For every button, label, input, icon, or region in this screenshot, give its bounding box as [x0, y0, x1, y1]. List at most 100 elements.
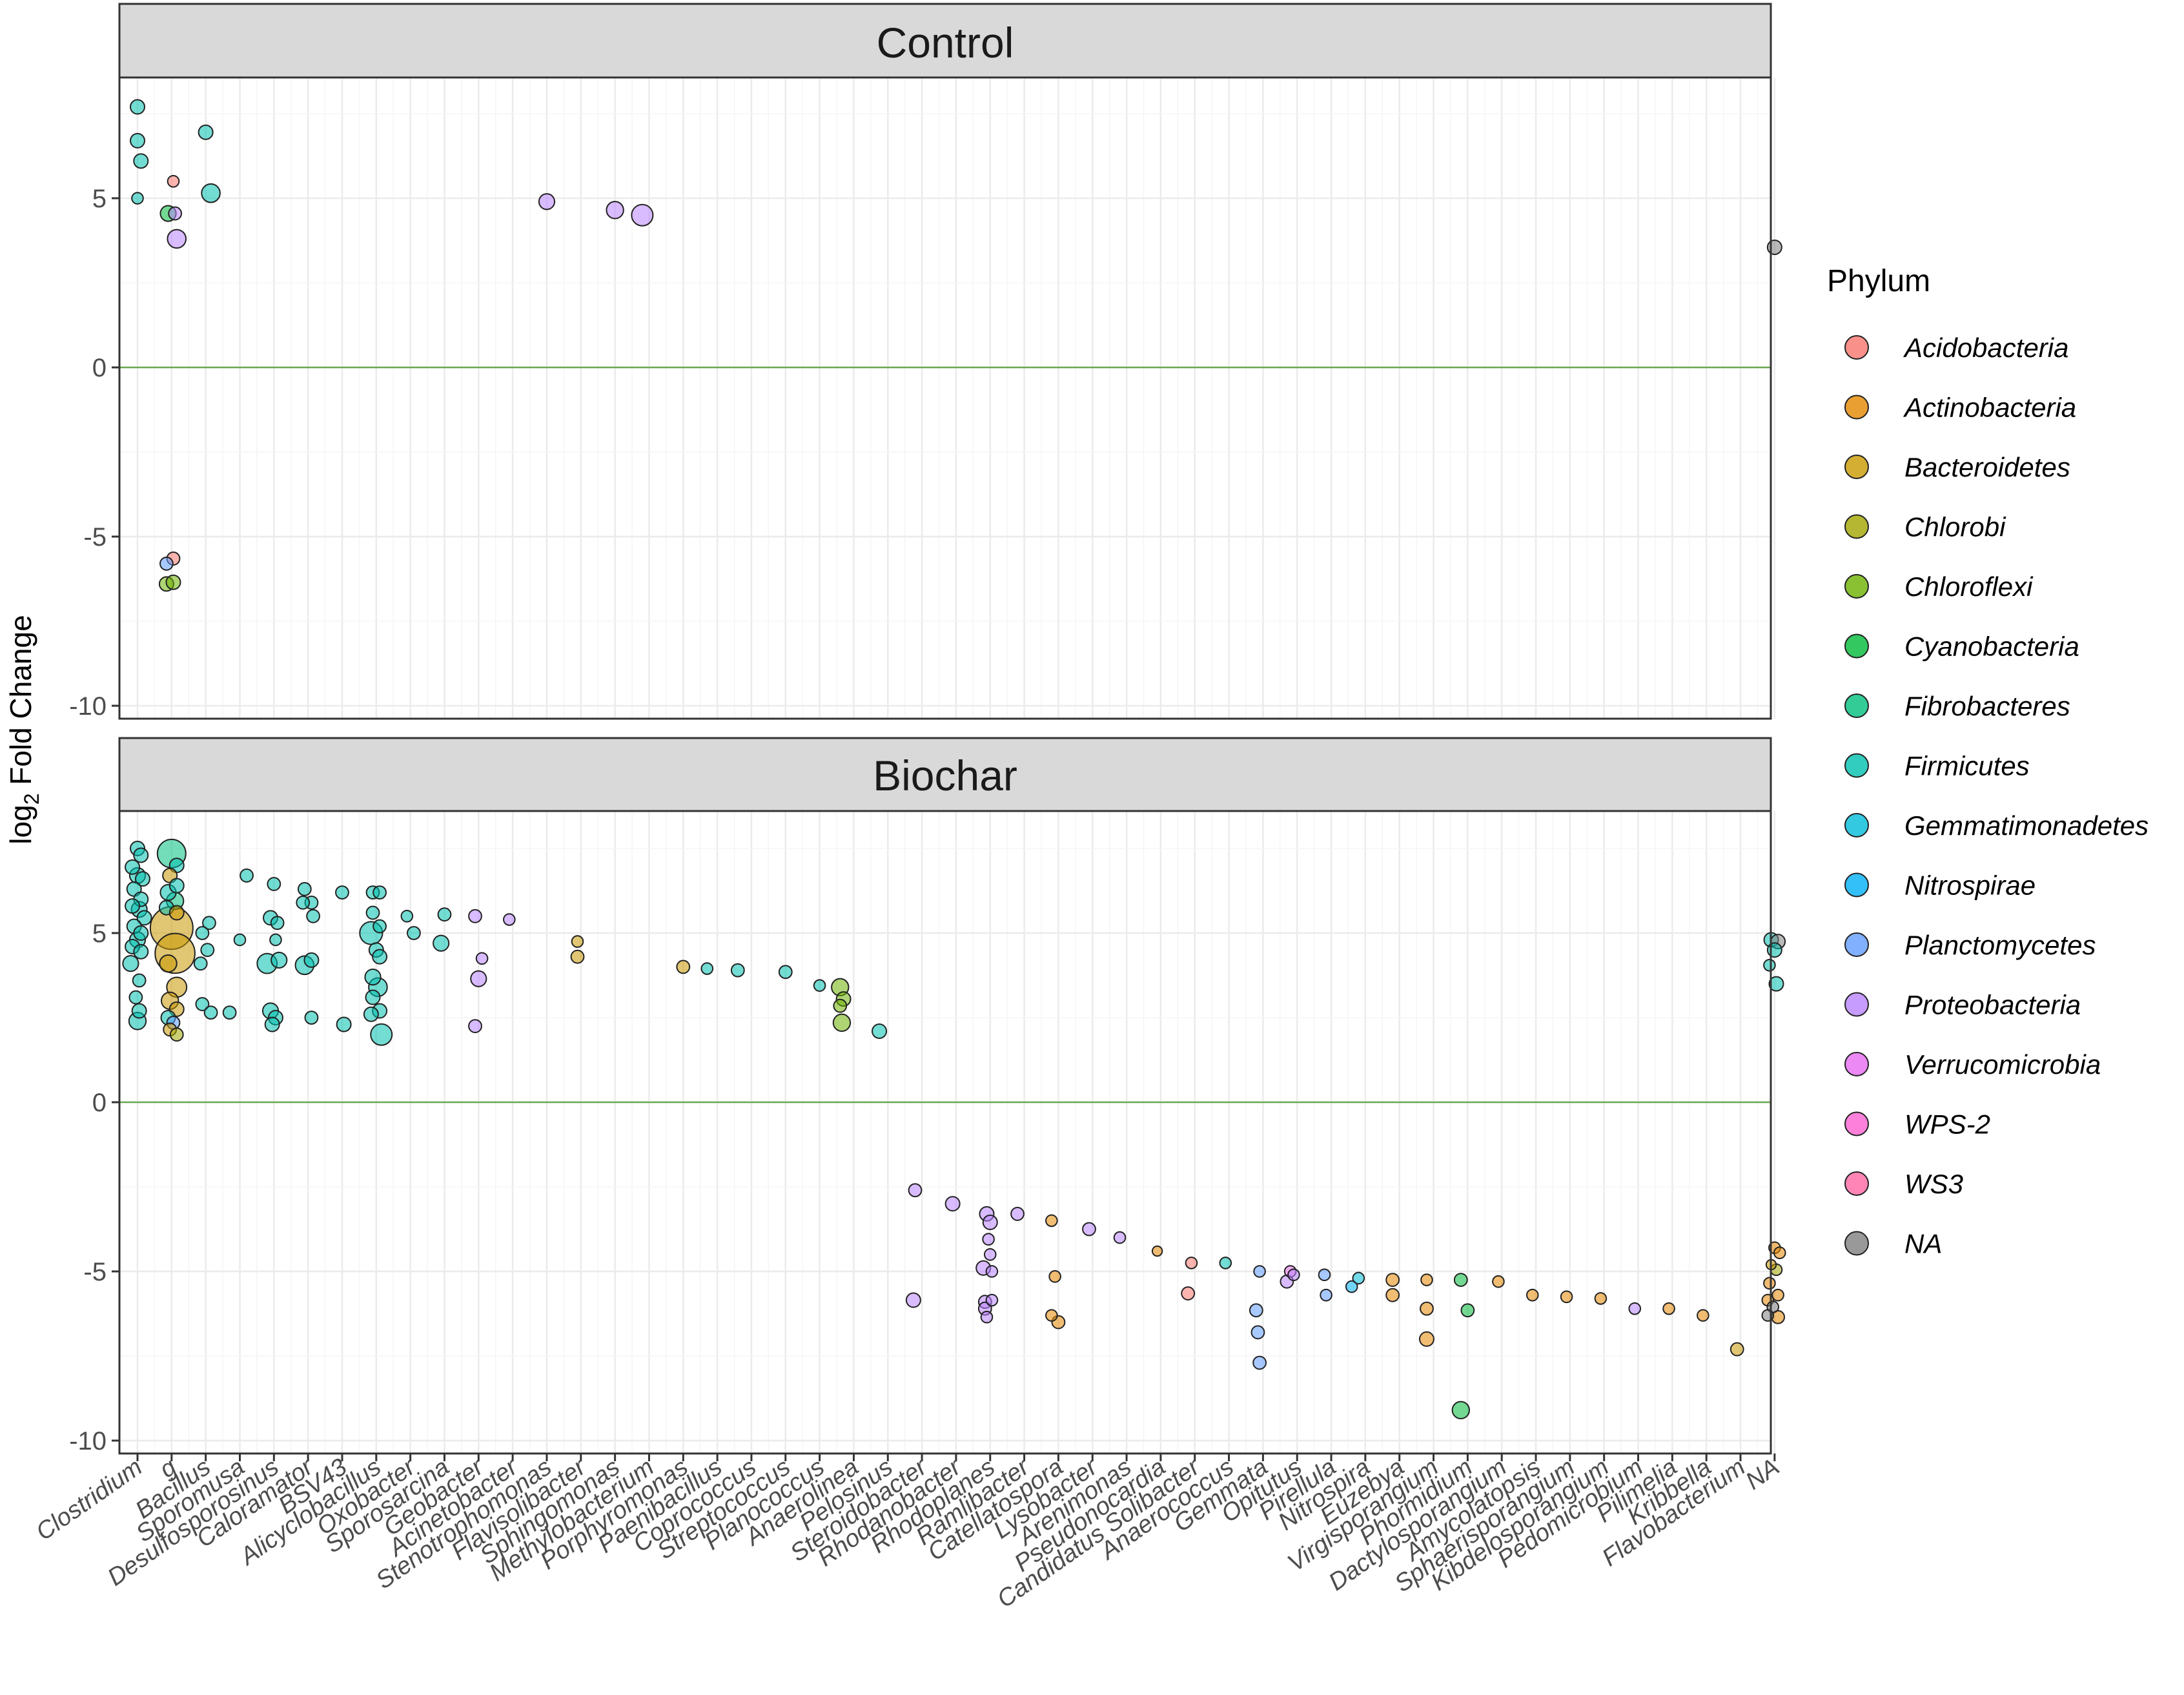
- point-cyanobacteria: [1451, 1401, 1471, 1420]
- legend-label: Planctomycetes: [1904, 930, 2096, 960]
- gridlines-control: [119, 77, 1776, 719]
- legend-label: Bacteroidetes: [1904, 452, 2070, 482]
- point-proteobacteria: [1628, 1302, 1642, 1315]
- point-firmicutes: [813, 979, 826, 992]
- point-planctomycetes: [1252, 1355, 1267, 1370]
- point-cyanobacteria: [1453, 1273, 1468, 1287]
- point-proteobacteria: [1010, 1207, 1025, 1221]
- legend-label: Actinobacteria: [1903, 393, 2076, 423]
- point-firmicutes: [364, 969, 382, 986]
- figure: Control -10 -5 0 5 Biochar -10 -5 0 5 Clostrid…: [4, 3, 2148, 1614]
- point-planctomycetes: [1318, 1268, 1331, 1282]
- legend-label: NA: [1904, 1229, 1942, 1259]
- point-firmicutes: [306, 909, 320, 923]
- point-firmicutes: [240, 868, 254, 883]
- point-planctomycetes: [1249, 1303, 1263, 1318]
- point-firmicutes: [222, 1005, 237, 1020]
- point-proteobacteria: [475, 952, 489, 965]
- point-proteobacteria: [982, 1233, 995, 1246]
- point-firmicutes: [193, 956, 208, 971]
- point-actinobacteria: [1526, 1288, 1539, 1302]
- point-actinobacteria: [1560, 1290, 1573, 1304]
- point-firmicutes: [363, 1006, 379, 1022]
- point-firmicutes: [372, 949, 388, 965]
- point-firmicutes: [1219, 1257, 1232, 1269]
- point-bacteroidetes: [1730, 1342, 1744, 1357]
- point-firmicutes: [1763, 958, 1776, 972]
- y-tick-label: 5: [92, 185, 107, 213]
- legend-key-proteobacteria: [1844, 992, 1869, 1017]
- point-chloroflexi: [832, 1013, 852, 1032]
- point-firmicutes: [303, 952, 320, 968]
- y-tick-label: 0: [92, 1089, 107, 1117]
- point-proteobacteria: [980, 1310, 994, 1324]
- point-proteobacteria: [468, 909, 482, 923]
- point-firmicutes: [133, 925, 149, 941]
- point-firmicutes: [195, 926, 210, 940]
- legend-label: Proteobacteria: [1904, 990, 2081, 1020]
- point-actinobacteria: [1594, 1292, 1607, 1305]
- point-actinobacteria: [1385, 1288, 1400, 1302]
- point-firmicutes: [264, 1016, 280, 1032]
- point-firmicutes: [407, 926, 421, 940]
- legend-label: WPS-2: [1904, 1109, 1990, 1140]
- point-proteobacteria: [944, 1196, 961, 1212]
- legend-key-chlorobi: [1844, 514, 1869, 539]
- point-proteobacteria: [1113, 1231, 1127, 1244]
- point-firmicutes: [122, 955, 139, 972]
- point-actinobacteria: [1045, 1309, 1058, 1322]
- point-firmicutes: [200, 943, 215, 958]
- legend-label: Verrucomicrobia: [1904, 1049, 2101, 1080]
- y-tick-label: -5: [83, 523, 107, 551]
- y-axis-label: log2 Fold Change: [4, 615, 43, 844]
- point-actinobacteria: [1771, 1288, 1784, 1302]
- point-actinobacteria: [1763, 1277, 1776, 1290]
- point-firmicutes: [131, 1003, 147, 1019]
- point-planctomycetes: [1253, 1265, 1266, 1278]
- point-proteobacteria: [167, 229, 187, 249]
- point-firmicutes: [128, 990, 143, 1005]
- point-firmicutes: [400, 910, 414, 923]
- point-bacteroidetes: [571, 935, 584, 948]
- point-firmicutes: [233, 933, 247, 947]
- legend-key-acidobacteria: [1844, 335, 1869, 360]
- point-actinobacteria: [1492, 1275, 1505, 1288]
- point-firmicutes: [778, 965, 793, 980]
- legend-title: Phylum: [1827, 264, 1930, 298]
- legend-key-ws3: [1844, 1171, 1869, 1196]
- point-bacteroidetes: [159, 954, 178, 973]
- point-firmicutes: [131, 192, 144, 205]
- point-proteobacteria: [983, 1248, 997, 1261]
- point-actinobacteria: [1418, 1331, 1434, 1347]
- point-proteobacteria: [985, 1265, 999, 1278]
- panel-control: Control -10 -5 0 5: [69, 3, 1782, 721]
- legend-label: Chlorobi: [1904, 512, 2006, 542]
- point-chloroflexi: [165, 574, 181, 590]
- y-tick-label: 5: [92, 919, 107, 948]
- point-planctomycetes: [1250, 1325, 1265, 1340]
- point-firmicutes: [125, 859, 141, 875]
- point-firmicutes: [730, 963, 745, 978]
- y-ticks-control: -10 -5 0 5: [69, 185, 119, 721]
- legend: Phylum Acidobacteria Actinobacteria Bacter…: [1827, 264, 2148, 1259]
- gridlines-biochar: [119, 811, 1776, 1454]
- x-tick-label: NA: [1741, 1454, 1784, 1495]
- point-firmicutes: [130, 99, 145, 115]
- point-proteobacteria: [470, 970, 487, 987]
- legend-key-na: [1844, 1231, 1869, 1256]
- y-tick-label: -10: [69, 1427, 107, 1455]
- point-actinobacteria: [1385, 1273, 1400, 1287]
- legend-key-chloroflexi: [1844, 574, 1869, 599]
- point-firmicutes: [433, 934, 450, 952]
- point-firmicutes: [270, 916, 285, 930]
- point-firmicutes: [269, 933, 282, 947]
- point-chloroflexi: [833, 998, 848, 1013]
- point-firmicutes: [304, 1011, 319, 1025]
- legend-key-verrucomicrobia: [1844, 1052, 1869, 1076]
- legend-key-cyanobacteria: [1844, 633, 1869, 659]
- point-firmicutes: [267, 877, 281, 891]
- panel-border-control: [118, 76, 1772, 720]
- legend-key-bacteroidetes: [1844, 455, 1869, 479]
- point-proteobacteria: [1082, 1222, 1096, 1237]
- legend-key-actinobacteria: [1844, 395, 1869, 420]
